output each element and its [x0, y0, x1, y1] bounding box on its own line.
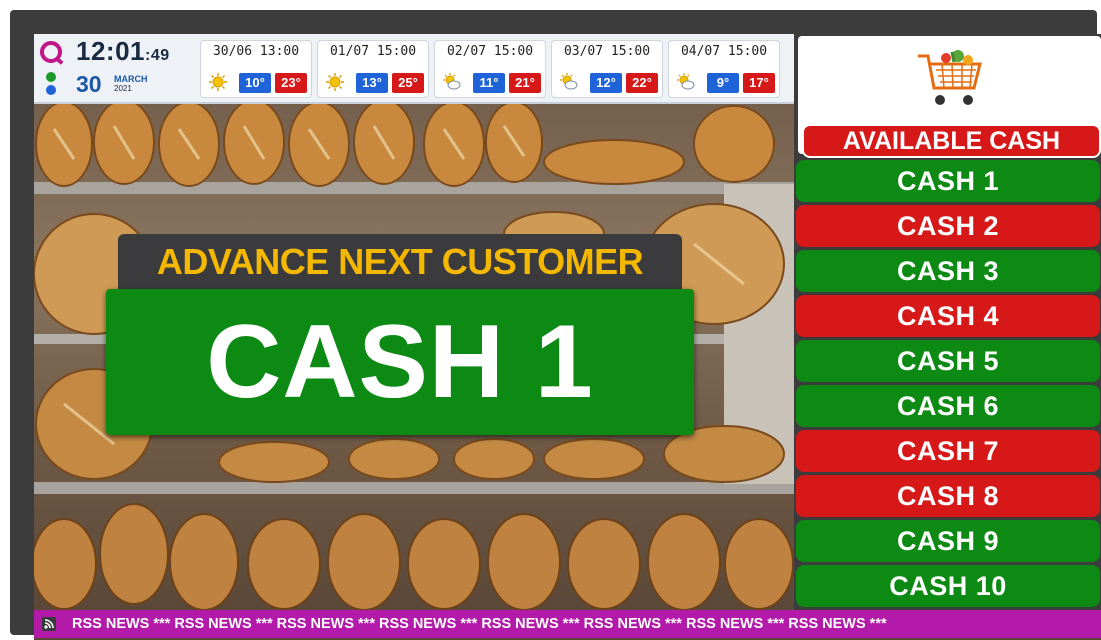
cash-item-7: CASH 7: [796, 430, 1100, 472]
cash-item-3: CASH 3: [796, 250, 1100, 292]
sun-icon: [326, 73, 344, 91]
cart-header: AVAILABLE CASH: [798, 36, 1101, 158]
forecast-min-temp: 10°: [239, 73, 271, 93]
forecast-card: 03/07 15:00 12° 22°: [551, 40, 663, 98]
date-year: 2021: [114, 84, 132, 93]
status-dots-icon: [46, 72, 56, 98]
forecast-date: 02/07 15:00: [446, 44, 534, 59]
green-dot-icon: [46, 72, 56, 82]
forecast-min-temp: 13°: [356, 73, 388, 93]
shopping-cart-icon: [918, 50, 982, 105]
clock-hours-minutes: 12:01: [76, 36, 145, 66]
cash-item-4: CASH 4: [796, 295, 1100, 337]
rss-icon: [42, 617, 56, 631]
cash-item-1: CASH 1: [796, 160, 1100, 202]
partly-cloudy-icon: [677, 73, 695, 90]
forecast-min-temp: 12°: [590, 73, 622, 93]
display-frame: 12:01:49 30 MARCH 2021 30/06 13:00 10° 2…: [10, 10, 1101, 640]
forecast-card: 01/07 15:00 13° 25°: [317, 40, 429, 98]
cash-item-6: CASH 6: [796, 385, 1100, 427]
forecast-min-temp: 11°: [473, 73, 505, 93]
brand-logo-icon: [40, 41, 62, 63]
forecast-date: 03/07 15:00: [563, 44, 651, 59]
forecast-card: 30/06 13:00 10° 23°: [200, 40, 312, 98]
forecast-max-temp: 25°: [392, 73, 424, 93]
forecast-max-temp: 23°: [275, 73, 307, 93]
clock-widget: 12:01:49 30 MARCH 2021: [34, 34, 194, 102]
cash-item-2: CASH 2: [796, 205, 1100, 247]
cash-item-8: CASH 8: [796, 475, 1100, 517]
cash-item-5: CASH 5: [796, 340, 1100, 382]
blue-dot-icon: [46, 85, 56, 95]
announcement-title: ADVANCE NEXT CUSTOMER: [156, 241, 644, 282]
cash-status-panel: AVAILABLE CASH CASH 1 CASH 2 CASH 3 CASH…: [794, 34, 1101, 610]
forecast-date: 01/07 15:00: [329, 44, 417, 59]
clock-seconds: :49: [145, 47, 170, 64]
partly-cloudy-icon: [560, 73, 578, 90]
date-month: MARCH: [114, 74, 148, 84]
cash-item-9: CASH 9: [796, 520, 1100, 562]
announcement-header: ADVANCE NEXT CUSTOMER: [118, 234, 682, 290]
date-day: 30: [76, 71, 102, 97]
forecast-date: 30/06 13:00: [212, 44, 300, 59]
sun-icon: [209, 73, 227, 91]
forecast-card: 02/07 15:00 11° 21°: [434, 40, 546, 98]
available-cash-title: AVAILABLE CASH: [802, 124, 1101, 158]
partly-cloudy-icon: [443, 73, 461, 90]
forecast-card: 04/07 15:00 9° 17°: [668, 40, 780, 98]
forecast-max-temp: 21°: [509, 73, 541, 93]
announcement-panel: CASH 1: [106, 289, 694, 435]
forecast-max-temp: 17°: [743, 73, 775, 93]
forecast-date: 04/07 15:00: [680, 44, 768, 59]
signage-screen: 12:01:49 30 MARCH 2021 30/06 13:00 10° 2…: [34, 34, 1101, 640]
ticker-text: RSS NEWS *** RSS NEWS *** RSS NEWS *** R…: [72, 616, 887, 632]
cash-item-10: CASH 10: [796, 565, 1100, 607]
news-ticker: RSS NEWS *** RSS NEWS *** RSS NEWS *** R…: [34, 610, 1101, 638]
announcement-cash-number: CASH 1: [206, 304, 594, 420]
forecast-min-temp: 9°: [707, 73, 739, 93]
forecast-max-temp: 22°: [626, 73, 658, 93]
header-bar: 12:01:49 30 MARCH 2021 30/06 13:00 10° 2…: [34, 34, 794, 104]
clock-time: 12:01:49: [76, 36, 170, 67]
